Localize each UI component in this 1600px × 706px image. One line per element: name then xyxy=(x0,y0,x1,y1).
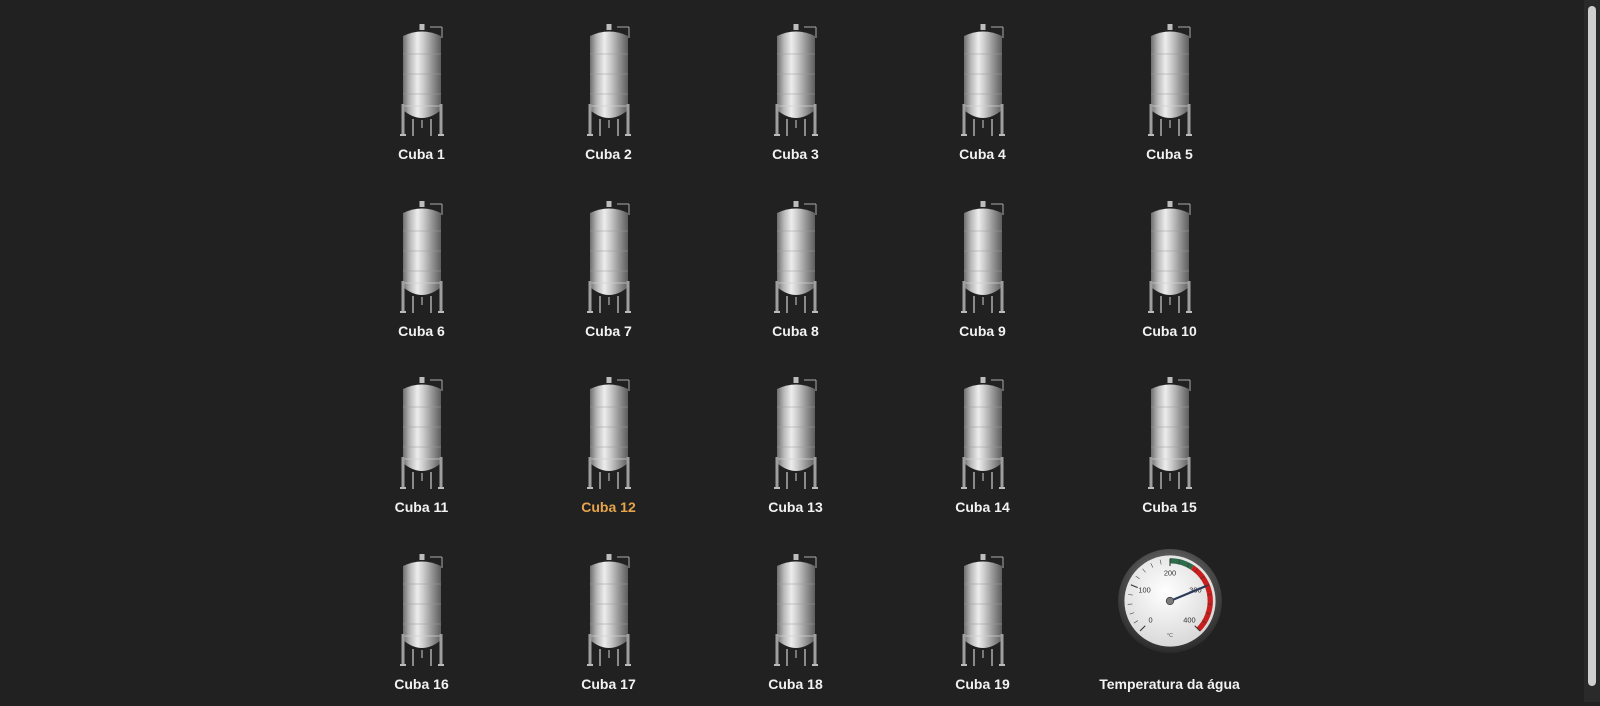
tank-card[interactable]: Cuba 8 xyxy=(702,177,889,354)
tank-label: Cuba 13 xyxy=(768,499,822,515)
steel-tank-icon xyxy=(1145,201,1195,313)
steel-tank-icon xyxy=(958,377,1008,489)
steel-tank-icon xyxy=(958,554,1008,666)
steel-tank-icon xyxy=(771,201,821,313)
tank-card[interactable]: Cuba 6 xyxy=(328,177,515,354)
tank-label: Cuba 16 xyxy=(394,676,448,692)
scrollbar-thumb[interactable] xyxy=(1588,6,1596,686)
water-temperature-card[interactable]: 0100200300400 °C Temperatura da água xyxy=(1076,530,1263,706)
tank-label: Cuba 7 xyxy=(585,323,632,339)
tank-label: Cuba 15 xyxy=(1142,499,1196,515)
tank-card[interactable]: Cuba 11 xyxy=(328,353,515,530)
tank-card[interactable]: Cuba 9 xyxy=(889,177,1076,354)
tank-label: Cuba 18 xyxy=(768,676,822,692)
tank-card[interactable]: Cuba 19 xyxy=(889,530,1076,706)
vertical-scrollbar[interactable] xyxy=(1584,0,1600,702)
gauge-tick-label: 0 xyxy=(1148,615,1152,624)
tank-card[interactable]: Cuba 13 xyxy=(702,353,889,530)
steel-tank-icon xyxy=(771,24,821,136)
tank-label: Cuba 3 xyxy=(772,146,819,162)
steel-tank-icon xyxy=(584,554,634,666)
steel-tank-icon xyxy=(771,377,821,489)
thermometer-gauge-icon: 0100200300400 °C xyxy=(1117,548,1223,654)
gauge-tick-label: 100 xyxy=(1138,585,1150,594)
tank-label: Cuba 8 xyxy=(772,323,819,339)
tank-label: Cuba 11 xyxy=(395,499,449,515)
gauge-tick-label: 400 xyxy=(1183,615,1195,624)
steel-tank-icon xyxy=(584,377,634,489)
gauge-tick-label: 200 xyxy=(1163,568,1175,577)
tank-card[interactable]: Cuba 18 xyxy=(702,530,889,706)
gauge-unit: °C xyxy=(1167,633,1173,639)
steel-tank-icon xyxy=(397,24,447,136)
steel-tank-icon xyxy=(1145,377,1195,489)
steel-tank-icon xyxy=(397,554,447,666)
tank-label: Cuba 1 xyxy=(398,146,445,162)
steel-tank-icon xyxy=(584,24,634,136)
tank-card[interactable]: Cuba 5 xyxy=(1076,0,1263,177)
tank-card[interactable]: Cuba 15 xyxy=(1076,353,1263,530)
tank-label: Cuba 17 xyxy=(581,676,635,692)
tank-label: Cuba 14 xyxy=(955,499,1009,515)
tank-card[interactable]: Cuba 16 xyxy=(328,530,515,706)
tank-label: Cuba 12 xyxy=(581,499,635,515)
tank-label: Cuba 19 xyxy=(955,676,1009,692)
tank-label: Cuba 9 xyxy=(959,323,1006,339)
tank-card[interactable]: Cuba 10 xyxy=(1076,177,1263,354)
steel-tank-icon xyxy=(958,24,1008,136)
tank-card[interactable]: Cuba 2 xyxy=(515,0,702,177)
tank-card[interactable]: Cuba 12 xyxy=(515,353,702,530)
steel-tank-icon xyxy=(397,201,447,313)
water-temperature-label: Temperatura da água xyxy=(1099,676,1240,692)
tank-card[interactable]: Cuba 17 xyxy=(515,530,702,706)
steel-tank-icon xyxy=(397,377,447,489)
steel-tank-icon xyxy=(771,554,821,666)
tank-card[interactable]: Cuba 7 xyxy=(515,177,702,354)
tank-label: Cuba 4 xyxy=(959,146,1006,162)
gauge-hub xyxy=(1166,597,1173,604)
tank-card[interactable]: Cuba 4 xyxy=(889,0,1076,177)
steel-tank-icon xyxy=(958,201,1008,313)
tank-card[interactable]: Cuba 1 xyxy=(328,0,515,177)
tank-card[interactable]: Cuba 3 xyxy=(702,0,889,177)
tank-card[interactable]: Cuba 14 xyxy=(889,353,1076,530)
tank-label: Cuba 5 xyxy=(1146,146,1193,162)
steel-tank-icon xyxy=(584,201,634,313)
tank-label: Cuba 6 xyxy=(398,323,445,339)
tank-label: Cuba 10 xyxy=(1142,323,1196,339)
tank-grid: Cuba 1 Cuba 2 Cuba 3 Cuba 4 xyxy=(328,0,1263,706)
steel-tank-icon xyxy=(1145,24,1195,136)
tank-label: Cuba 2 xyxy=(585,146,632,162)
